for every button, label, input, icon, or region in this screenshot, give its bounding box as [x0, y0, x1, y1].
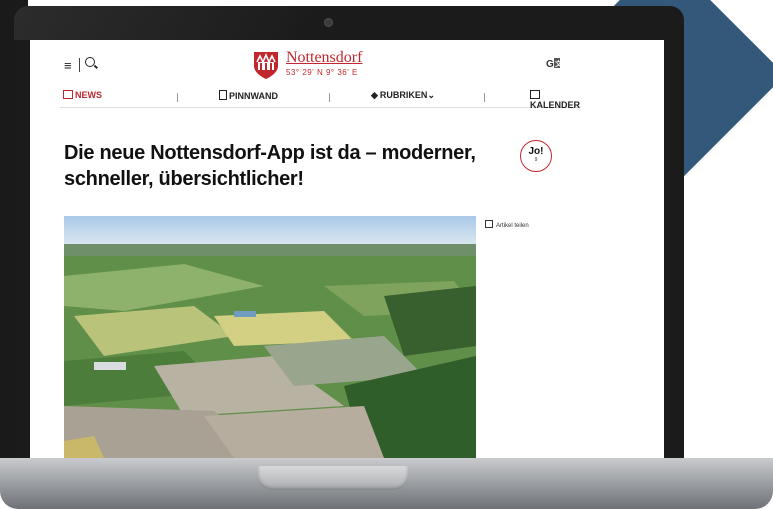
- chevron-down-icon: ⌄: [427, 90, 435, 100]
- jo-label: Jo!: [528, 146, 544, 157]
- brand-name[interactable]: Nottensdorf: [286, 49, 362, 67]
- search-icon[interactable]: [85, 57, 95, 67]
- laptop-opening-notch: [258, 466, 408, 490]
- article-title: Die neue Nottensdorf-App ist da – moder­…: [64, 142, 476, 190]
- nav-divider: [484, 93, 485, 102]
- coat-of-arms-logo[interactable]: [252, 50, 280, 80]
- calendar-icon: [530, 90, 540, 99]
- share-icon: [485, 220, 493, 228]
- nav-divider: [177, 93, 178, 102]
- webcam-icon: [324, 18, 333, 27]
- nav-label-kalender: KALENDER: [530, 100, 581, 110]
- svg-text:文: 文: [555, 59, 560, 68]
- header-divider: [79, 58, 80, 72]
- nav-item-kalender[interactable]: KALENDER: [530, 90, 581, 110]
- layers-icon: ◆: [371, 90, 378, 100]
- nav-item-pinnwand[interactable]: PINNWAND: [219, 90, 278, 101]
- brand-coordinates: 53° 29' N 9° 36' E: [286, 68, 358, 77]
- translate-icon[interactable]: G 文: [546, 57, 560, 69]
- laptop-screen: ≡ Nottensdorf 53° 29' N 9° 36' E G 文 NEW…: [30, 40, 664, 458]
- jo-reaction-button[interactable]: Jo! 9: [520, 140, 552, 172]
- nav-divider: [329, 93, 330, 102]
- jo-count: 9: [534, 157, 538, 163]
- nav-item-rubriken[interactable]: ◆ RUBRIKEN⌄: [371, 90, 435, 101]
- menu-icon[interactable]: ≡: [64, 58, 72, 73]
- share-article-link[interactable]: Artikel teilen: [485, 220, 529, 229]
- svg-text:G: G: [546, 59, 554, 69]
- app-header: ≡ Nottensdorf 53° 29' N 9° 36' E G 文: [30, 40, 664, 88]
- nav-label-rubriken: RUBRIKEN: [379, 90, 428, 100]
- main-navigation: NEWS PINNWAND ◆ RUBRIKEN⌄ KALENDER: [60, 87, 581, 110]
- article-aerial-photo: [64, 216, 476, 458]
- clipboard-icon: [219, 90, 227, 100]
- nav-item-news[interactable]: NEWS: [63, 90, 102, 100]
- newspaper-icon: [63, 90, 73, 99]
- share-label: Artikel teilen: [496, 223, 529, 229]
- lid-glare: [14, 6, 314, 40]
- nav-label-news: NEWS: [75, 90, 102, 100]
- nav-label-pinnwand: PINNWAND: [229, 91, 278, 101]
